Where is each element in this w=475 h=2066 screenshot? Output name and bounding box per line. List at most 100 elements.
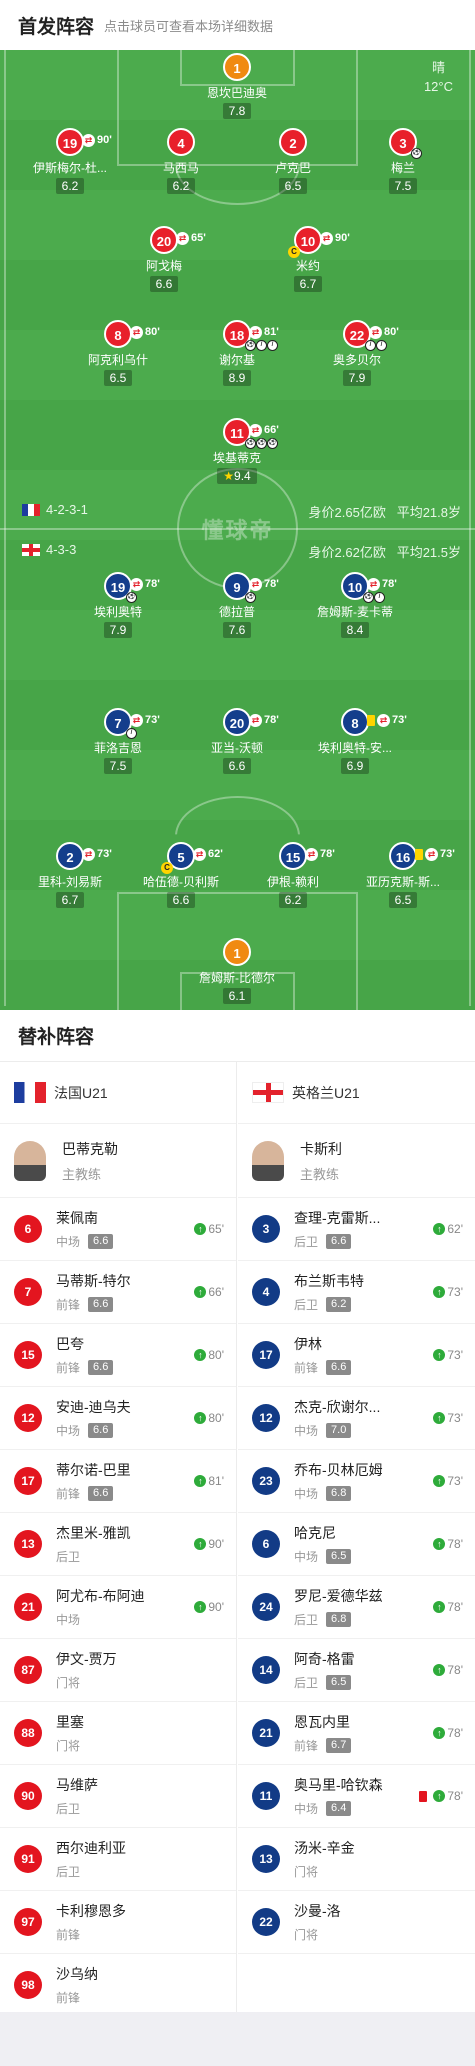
sub-player-row[interactable]: 21 阿尤布-布阿迪 中场 ↑ 90' [0, 1576, 236, 1639]
sub-out-icon: ⇄ [377, 713, 390, 727]
sub-player-row[interactable]: 12 杰克-欣谢尔... 中场 7.0 ↑ 73' [238, 1387, 475, 1450]
subs-title: 替补阵容 [0, 1010, 475, 1062]
player-en-lb[interactable]: 2 ⇄ 73' 里科-刘易斯 6.7 [14, 842, 126, 909]
jersey-number: 20 [229, 716, 245, 731]
sub-player-row[interactable]: 17 蒂尔诺-巴里 前锋 6.6 ↑ 81' [0, 1450, 236, 1513]
coach-role: 主教练 [62, 1166, 102, 1182]
sub-player-row[interactable]: 22 沙曼-洛 门将 [238, 1891, 475, 1954]
sub-player-row[interactable]: 6 莱佩南 中场 6.6 ↑ 65' [0, 1198, 236, 1261]
player-fr-am1[interactable]: 8 ⇄ 80' 阿克利乌什 6.5 [62, 320, 174, 387]
coach-avatar [252, 1140, 284, 1181]
jersey-number: 4 [252, 1278, 280, 1306]
sub-player-row[interactable]: 7 马蒂斯-特尔 前锋 6.6 ↑ 66' [0, 1261, 236, 1324]
player-en-rw[interactable]: 10 ⇄ 78' ⚽ / 詹姆斯-麦卡蒂 8.4 [299, 572, 411, 639]
sub-out-icon: ⇄ [320, 231, 333, 245]
player-en-cb1[interactable]: 5 ⇄ 62' C 哈伍德-贝利斯 6.6 [125, 842, 237, 909]
jersey-number: 13 [252, 1845, 280, 1873]
coach-avatar [14, 1140, 46, 1181]
formation: 4-2-3-1 [46, 502, 88, 517]
player-position: 前锋 [56, 1298, 81, 1312]
player-name: 詹姆斯-比德尔 [199, 971, 275, 985]
sub-out-icon: ⇄ [367, 577, 380, 591]
jersey-number: 6 [14, 1215, 42, 1243]
sub-player-row[interactable]: 87 伊文-贾万 门将 [0, 1639, 236, 1702]
player-en-gk[interactable]: 1 詹姆斯-比德尔 6.1 [181, 938, 293, 1005]
player-name: 哈克尼 [294, 1525, 336, 1541]
sub-out-icon: ⇄ [369, 325, 382, 339]
sub-player-row[interactable]: 88 里塞 门将 [0, 1702, 236, 1765]
sub-player-row[interactable]: 12 安迪-迪乌夫 中场 6.6 ↑ 80' [0, 1387, 236, 1450]
sub-in-indicator: ↑ 78' [433, 1537, 463, 1551]
sub-player-row[interactable]: 13 杰里米-雅凯 后卫 ↑ 90' [0, 1513, 236, 1576]
jersey-number: 2 [279, 128, 307, 156]
sub-player-row[interactable]: 98 沙乌纳 前锋 [0, 1954, 236, 2017]
yellow-card-icon [367, 714, 375, 726]
player-en-st[interactable]: 9 ⇄ 78' ⚽ 德拉普 7.6 [181, 572, 293, 639]
player-position: 中场 [294, 1424, 319, 1438]
sub-player-row[interactable]: 91 西尔迪利亚 后卫 [0, 1828, 236, 1891]
red-card-icon [419, 1790, 428, 1802]
jersey-number: 1 [223, 53, 251, 81]
player-fr-cb2[interactable]: 2 卢克巴 6.5 [237, 128, 349, 195]
sub-player-row[interactable]: 4 布兰斯韦特 后卫 6.2 ↑ 73' [238, 1261, 475, 1324]
player-rating: 6.4 [326, 1801, 352, 1816]
jersey-number: 24 [252, 1593, 280, 1621]
player-name: 梅兰 [390, 161, 415, 175]
player-fr-rb[interactable]: 3 ⚽ 梅兰 7.5 [347, 128, 459, 195]
player-name: 奥马里-哈钦森 [294, 1777, 383, 1793]
sub-player-row[interactable]: 21 恩瓦内里 前锋 6.7 ↑ 78' [238, 1702, 475, 1765]
sub-player-row[interactable]: 11 奥马里-哈钦森 中场 6.4 ↑ 78' [238, 1765, 475, 1828]
player-position: 门将 [294, 1928, 319, 1942]
sub-player-row[interactable]: 15 巴夸 前锋 6.6 ↑ 80' [0, 1324, 236, 1387]
player-fr-dm1[interactable]: 20 ⇄ 65' 阿戈梅 6.6 [108, 226, 220, 293]
player-en-lw[interactable]: 19 ⇄ 78' ⚽ 埃利奥特 7.9 [62, 572, 174, 639]
player-fr-gk[interactable]: 1 恩坎巴迪奥 7.8 [181, 53, 293, 120]
sub-in-icon: ↑ [433, 1223, 446, 1235]
player-rating: 6.2 [55, 178, 85, 194]
sub-player-row[interactable]: 17 伊林 前锋 6.6 ↑ 73' [238, 1324, 475, 1387]
coach-row[interactable]: 卡斯利 主教练 [238, 1124, 475, 1198]
player-name: 马维萨 [56, 1777, 98, 1793]
jersey-number: 1 [223, 938, 251, 966]
player-name: 亚历克斯-斯... [366, 875, 440, 889]
france-flag-icon [22, 504, 40, 516]
jersey-number: 22 [349, 328, 365, 343]
player-fr-dm2[interactable]: 10 ⇄ 90' C 米约 6.7 [252, 226, 364, 293]
player-en-rb[interactable]: 16 ⇄ 73' 亚历克斯-斯... 6.5 [347, 842, 459, 909]
player-fr-st[interactable]: 11 ⇄ 66' ⚽ ⚽ ⚽ 埃基蒂克 ★9.4 [181, 418, 293, 485]
player-name: 詹姆斯-麦卡蒂 [317, 605, 393, 619]
sub-player-row[interactable]: 3 查理-克雷斯... 后卫 6.6 ↑ 62' [238, 1198, 475, 1261]
sub-player-row[interactable]: 97 卡利穆恩多 前锋 [0, 1891, 236, 1954]
assist-icon: / [126, 728, 137, 739]
player-name: 阿尤布-布阿迪 [56, 1588, 145, 1604]
player-name: 沙曼-洛 [294, 1903, 341, 1919]
sub-player-row[interactable]: 14 阿奇-格雷 后卫 6.5 ↑ 78' [238, 1639, 475, 1702]
sub-player-row[interactable]: 6 哈克尼 中场 6.5 ↑ 78' [238, 1513, 475, 1576]
sub-in-indicator: ↑ 78' [419, 1789, 463, 1803]
player-rating: 6.7 [326, 1738, 352, 1753]
coach-row[interactable]: 巴蒂克勒 主教练 [0, 1124, 236, 1198]
player-name: 里塞 [56, 1714, 84, 1730]
sub-in-icon: ↑ [433, 1538, 446, 1550]
player-fr-am3[interactable]: 22 ⇄ 80' / / 奥多贝尔 7.9 [301, 320, 413, 387]
sub-player-row[interactable]: 13 汤米-辛金 门将 [238, 1828, 475, 1891]
player-rating: 6.1 [222, 988, 252, 1004]
sub-in-icon: ↑ [194, 1286, 207, 1298]
sub-player-row[interactable]: 23 乔布-贝林厄姆 中场 6.8 ↑ 73' [238, 1450, 475, 1513]
sub-player-row[interactable]: 24 罗尼-爱德华兹 后卫 6.8 ↑ 78' [238, 1576, 475, 1639]
sub-player-row[interactable]: 90 马维萨 后卫 [0, 1765, 236, 1828]
player-en-cm1[interactable]: 7 ⇄ 73' / 菲洛吉恩 7.5 [62, 708, 174, 775]
sub-in-icon: ↑ [194, 1223, 207, 1235]
jersey-number: 21 [14, 1593, 42, 1621]
player-en-cm2[interactable]: 20 ⇄ 78' 亚当-沃顿 6.6 [181, 708, 293, 775]
player-fr-am2[interactable]: 18 ⇄ 81' ⚽ / / 谢尔基 8.9 [181, 320, 293, 387]
player-rating: 6.2 [326, 1297, 352, 1312]
player-fr-cb1[interactable]: 4 马西马 6.2 [125, 128, 237, 195]
sub-out-icon: ⇄ [130, 325, 143, 339]
jersey-number: 88 [14, 1719, 42, 1747]
player-fr-lb[interactable]: 19 ⇄ 90' 伊斯梅尔-杜... 6.2 [14, 128, 126, 195]
player-rating: 8.4 [340, 622, 370, 638]
player-en-cb2[interactable]: 15 ⇄ 78' 伊根-赖利 6.2 [237, 842, 349, 909]
player-name: 乔布-贝林厄姆 [294, 1462, 383, 1478]
player-en-cm3[interactable]: 8 ⇄ 73' 埃利奥特-安... 6.9 [299, 708, 411, 775]
